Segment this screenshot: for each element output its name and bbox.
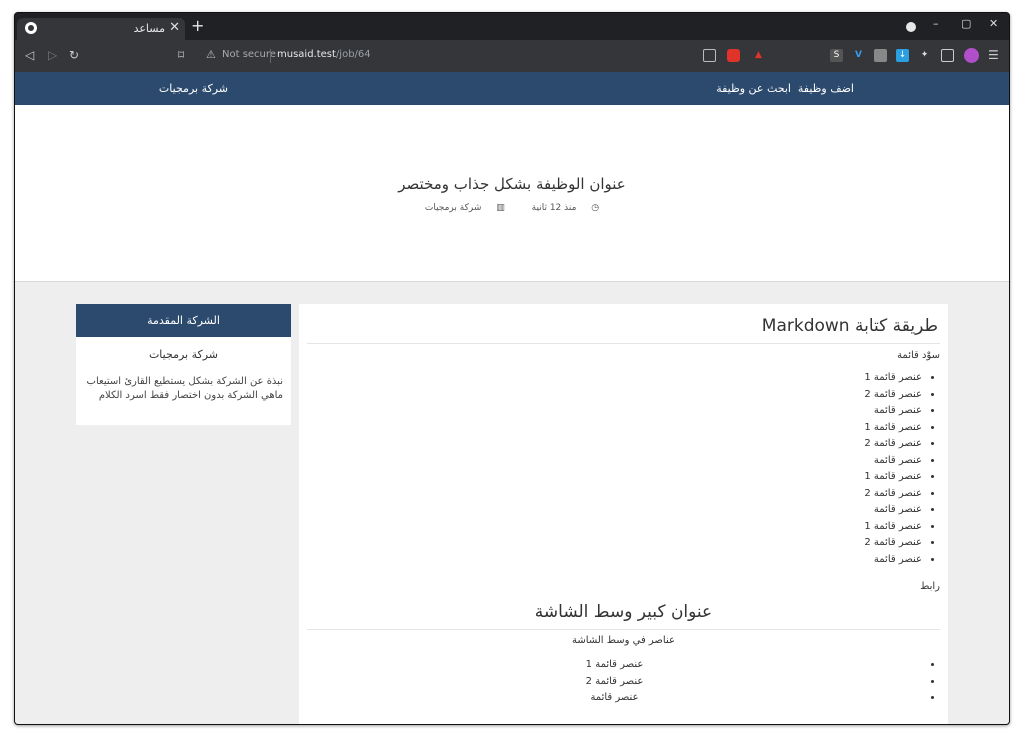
- extensions-icon[interactable]: ✦: [918, 49, 931, 62]
- center-list: عنصر قائمة 1 عنصر قائمة 2 عنصر قائمة: [307, 657, 940, 707]
- list-item: عنصر قائمة 1: [864, 420, 922, 437]
- content-link[interactable]: رابط: [920, 581, 940, 592]
- list-item: عنصر قائمة 1: [864, 469, 922, 486]
- list-item: عنصر قائمة: [864, 502, 922, 519]
- center-intro: عناصر في وسط الشاشة: [572, 635, 675, 646]
- profile-icon[interactable]: [964, 48, 979, 63]
- brave-shield-icon[interactable]: [727, 49, 740, 62]
- center-heading: عنوان كبير وسط الشاشة: [534, 602, 713, 622]
- posted-time: ◷ منذ 12 ثانية: [531, 203, 600, 213]
- nav-company-brand[interactable]: شركة برمجيات: [159, 82, 228, 95]
- list-item: عنصر قائمة 2: [307, 674, 922, 691]
- tab-strip: مساعد ✕ + – ▢ ✕: [15, 13, 1009, 40]
- globe-icon: [25, 22, 37, 34]
- minimize-button[interactable]: –: [933, 17, 939, 30]
- list-item: عنصر قائمة 2: [864, 486, 922, 503]
- list-item: عنصر قائمة: [864, 552, 922, 569]
- download-extension-icon[interactable]: ↓: [896, 49, 909, 62]
- address-bar[interactable]: ⚠ Not secure musaid.test/job/64: [200, 44, 770, 68]
- job-meta: ◷ منذ 12 ثانية ▥ شركة برمجيات: [15, 203, 1009, 213]
- wallet-icon[interactable]: [941, 49, 954, 62]
- list-item: عنصر قائمة: [864, 453, 922, 470]
- building-icon: ▥: [496, 203, 505, 213]
- v-extension-icon[interactable]: V: [852, 49, 865, 62]
- list-item: عنصر قائمة: [307, 690, 922, 707]
- close-tab-button[interactable]: ✕: [169, 20, 180, 35]
- browser-tab[interactable]: مساعد ✕: [17, 18, 185, 40]
- list-item: عنصر قائمة 2: [864, 436, 922, 453]
- company-meta[interactable]: ▥ شركة برمجيات: [419, 203, 511, 213]
- tab-title: مساعد: [133, 22, 165, 35]
- site-navbar: اضف وظيفة ابحث عن وظيفة شركة برمجيات: [15, 72, 1009, 105]
- browser-toolbar: ◁ ▷ ↻ ⌑ ⚠ Not secure musaid.test/job/64 …: [15, 40, 1009, 72]
- company-name: شركة برمجيات: [148, 348, 219, 361]
- s-extension-icon[interactable]: S: [830, 49, 843, 62]
- copy-extension-icon[interactable]: [874, 49, 887, 62]
- divider: [307, 343, 940, 344]
- web-page: اضف وظيفة ابحث عن وظيفة شركة برمجيات عنو…: [15, 72, 1009, 724]
- list-item: عنصر قائمة 1: [864, 370, 922, 387]
- nav-add-job[interactable]: اضف وظيفة: [798, 82, 854, 95]
- close-window-button[interactable]: ✕: [989, 17, 998, 30]
- list-item: عنصر قائمة 1: [864, 519, 922, 536]
- list-item: عنصر قائمة 2: [864, 535, 922, 552]
- section-heading: طريقة كتابة Markdown: [761, 316, 938, 336]
- warning-icon: ⚠: [206, 48, 216, 61]
- forward-icon[interactable]: ▷: [48, 48, 57, 62]
- tab-search-icon[interactable]: [906, 22, 916, 32]
- list-item: عنصر قائمة: [864, 403, 922, 420]
- job-title: عنوان الوظيفة بشكل جذاب ومختصر: [398, 175, 626, 193]
- brave-rewards-icon[interactable]: ▲: [752, 49, 765, 62]
- divider: [270, 49, 271, 63]
- reload-icon[interactable]: ↻: [69, 48, 79, 62]
- list-item: عنصر قائمة 1: [307, 657, 922, 674]
- clock-icon: ◷: [591, 203, 600, 213]
- divider: [307, 629, 940, 630]
- security-label: Not secure: [222, 49, 276, 60]
- job-hero: عنوان الوظيفة بشكل جذاب ومختصر ◷ منذ 12 …: [15, 105, 1009, 282]
- company-description: نبذة عن الشركة بشكل يستطيع القارئ استيعا…: [86, 376, 283, 401]
- intro-text: سوْد قائمة: [897, 350, 940, 361]
- back-icon[interactable]: ◁: [25, 48, 34, 62]
- menu-icon[interactable]: ☰: [988, 48, 999, 62]
- nav-search-job[interactable]: ابحث عن وظيفة: [716, 82, 791, 95]
- bullet-list: عنصر قائمة 1 عنصر قائمة 2 عنصر قائمة عنص…: [864, 370, 940, 568]
- maximize-button[interactable]: ▢: [961, 17, 971, 30]
- url-text: musaid.test/job/64: [277, 49, 371, 60]
- job-description: طريقة كتابة Markdown سوْد قائمة عنصر قائ…: [299, 304, 948, 724]
- qr-icon[interactable]: [703, 49, 716, 62]
- company-card: الشركة المقدمة شركة برمجيات نبذة عن الشر…: [76, 304, 291, 425]
- bookmark-icon[interactable]: ⌑: [178, 48, 184, 62]
- new-tab-button[interactable]: +: [191, 16, 204, 35]
- company-card-header: الشركة المقدمة: [76, 304, 291, 337]
- list-item: عنصر قائمة 2: [864, 387, 922, 404]
- browser-window: مساعد ✕ + – ▢ ✕ ◁ ▷ ↻ ⌑ ⚠ Not secure mus…: [14, 12, 1010, 725]
